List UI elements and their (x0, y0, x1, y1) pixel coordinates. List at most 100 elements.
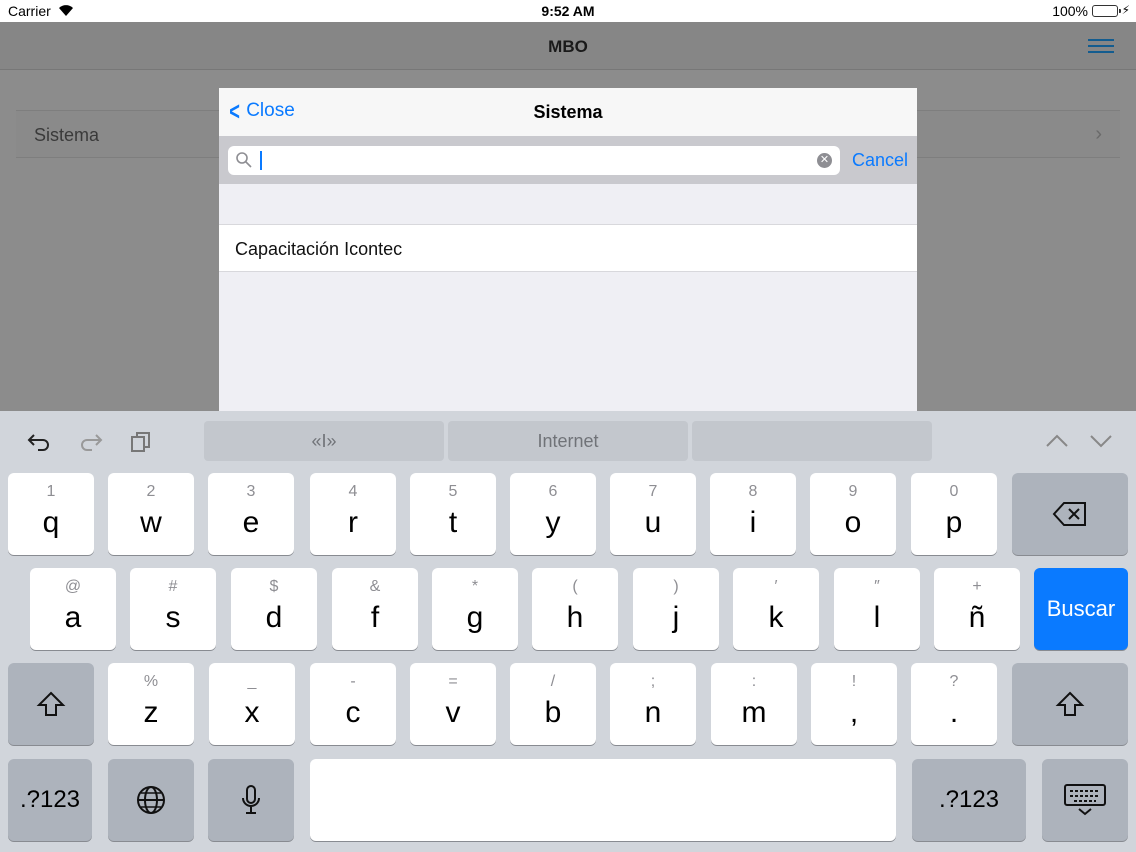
menu-icon[interactable] (1088, 39, 1114, 55)
key-alt-label: 6 (548, 483, 558, 500)
key-label: e (242, 506, 260, 539)
clock: 9:52 AM (541, 3, 595, 19)
chevron-up-icon[interactable] (1044, 431, 1070, 451)
dictation-button[interactable] (208, 759, 294, 841)
key-s[interactable]: # s (130, 568, 216, 650)
key-b[interactable]: / b (510, 663, 596, 745)
redo-icon[interactable] (78, 429, 104, 455)
key-label: ñ (968, 601, 986, 634)
key-alt-label: 8 (748, 483, 758, 500)
key-t[interactable]: 5t (410, 473, 496, 555)
key-k[interactable]: ′ k (733, 568, 819, 650)
key-o[interactable]: 9o (810, 473, 896, 555)
backspace-icon (1052, 502, 1086, 526)
section-header (219, 184, 917, 224)
keyboard: «I» Internet 1 q 2 w 3 e 4 r 5 t 6 y 7 u 8 i 9 o 0 p @ a # s $ d &… (0, 411, 1136, 852)
key-comma[interactable]: !, (811, 663, 897, 745)
numbers-label: .?123 (19, 786, 81, 813)
key-label: n (644, 696, 662, 729)
list-item-label: Sistema (34, 125, 100, 145)
key-d[interactable]: $ d (231, 568, 317, 650)
shift-icon (36, 691, 66, 716)
key-label: m (741, 696, 767, 729)
globe-icon (137, 786, 165, 814)
key-y[interactable]: 6y (510, 473, 596, 555)
list-item[interactable]: Capacitación Icontec (219, 224, 917, 272)
undo-icon[interactable] (26, 429, 52, 455)
key-q[interactable]: 1q (8, 473, 94, 555)
key-alt-label: ( (572, 578, 578, 595)
key-p[interactable]: 0p (911, 473, 997, 555)
key-alt-label: % (143, 673, 159, 690)
key-w[interactable]: 2w (108, 473, 194, 555)
key-label: l (873, 601, 881, 634)
key-label: q (42, 506, 60, 539)
key-label: s (165, 601, 181, 634)
key-n[interactable]: ; n (610, 663, 696, 745)
shift-right-button[interactable] (1012, 663, 1128, 745)
key-alt-label: ″ (874, 578, 880, 595)
key-v[interactable]: = v (410, 663, 496, 745)
space-bar[interactable] (310, 759, 896, 841)
paste-icon[interactable] (128, 429, 154, 455)
key-alt-label: 0 (949, 483, 959, 500)
globe-button[interactable] (108, 759, 194, 841)
key-alt-label: ′ (774, 578, 778, 595)
numbers-right-button[interactable]: .?123 (912, 759, 1026, 841)
key-period[interactable]: ?. (911, 663, 997, 745)
text-cursor (260, 151, 262, 170)
key-alt-label: # (168, 578, 178, 595)
key-m[interactable]: :m (711, 663, 797, 745)
key-c[interactable]: -c (310, 663, 396, 745)
key-alt-label: + (972, 578, 982, 595)
key-label: d (265, 601, 283, 634)
search-return-button[interactable]: Buscar (1034, 568, 1128, 650)
key-label: p (945, 506, 963, 539)
key-label: w (140, 506, 162, 539)
key-alt-label: / (550, 673, 556, 690)
key-z[interactable]: % z (108, 663, 194, 745)
key-label: . (949, 696, 959, 729)
key-i[interactable]: 8i (710, 473, 796, 555)
backspace-button[interactable] (1012, 473, 1128, 555)
shift-left-button[interactable] (8, 663, 94, 745)
dismiss-keyboard-button[interactable] (1042, 759, 1128, 841)
key-label: g (466, 601, 484, 634)
key-label: u (644, 506, 662, 539)
key-alt-label: _ (247, 673, 257, 690)
key-a[interactable]: @ a (30, 568, 116, 650)
key-f[interactable]: & f (332, 568, 418, 650)
key-l[interactable]: ″ l (834, 568, 920, 650)
key-label: x (244, 696, 260, 729)
key-label: c (345, 696, 361, 729)
key-label: j (672, 601, 680, 634)
list-item-label: Capacitación Icontec (235, 239, 403, 259)
key-j[interactable]: ) j (633, 568, 719, 650)
modal-title: Sistema (533, 102, 603, 122)
key-label: h (566, 601, 584, 634)
key-x[interactable]: _ x (209, 663, 295, 745)
return-label: Buscar (1046, 596, 1116, 621)
keyboard-dismiss-icon (1064, 784, 1106, 816)
key-label: o (844, 506, 862, 539)
keyboard-toolbar: «I» Internet (0, 411, 1136, 467)
key-ñ[interactable]: + ñ (934, 568, 1020, 650)
chevron-down-icon[interactable] (1088, 431, 1114, 451)
key-g[interactable]: * g (432, 568, 518, 650)
key-r[interactable]: 4r (310, 473, 396, 555)
key-u[interactable]: 7u (610, 473, 696, 555)
search-input[interactable]: ✕ (228, 146, 840, 175)
numbers-left-button[interactable]: .?123 (8, 759, 92, 841)
suggestion-1[interactable]: «I» (204, 421, 444, 461)
clear-icon[interactable]: ✕ (817, 153, 832, 168)
key-label: i (749, 506, 757, 539)
key-h[interactable]: (h (532, 568, 618, 650)
suggestion-3[interactable] (692, 421, 932, 461)
suggestion-2[interactable]: Internet (448, 421, 688, 461)
shift-icon (1055, 691, 1085, 716)
key-alt-label: * (471, 578, 479, 595)
key-alt-label: : (751, 673, 757, 690)
cancel-button[interactable]: Cancel (852, 150, 908, 171)
key-e[interactable]: 3e (208, 473, 294, 555)
key-label: , (849, 696, 859, 729)
